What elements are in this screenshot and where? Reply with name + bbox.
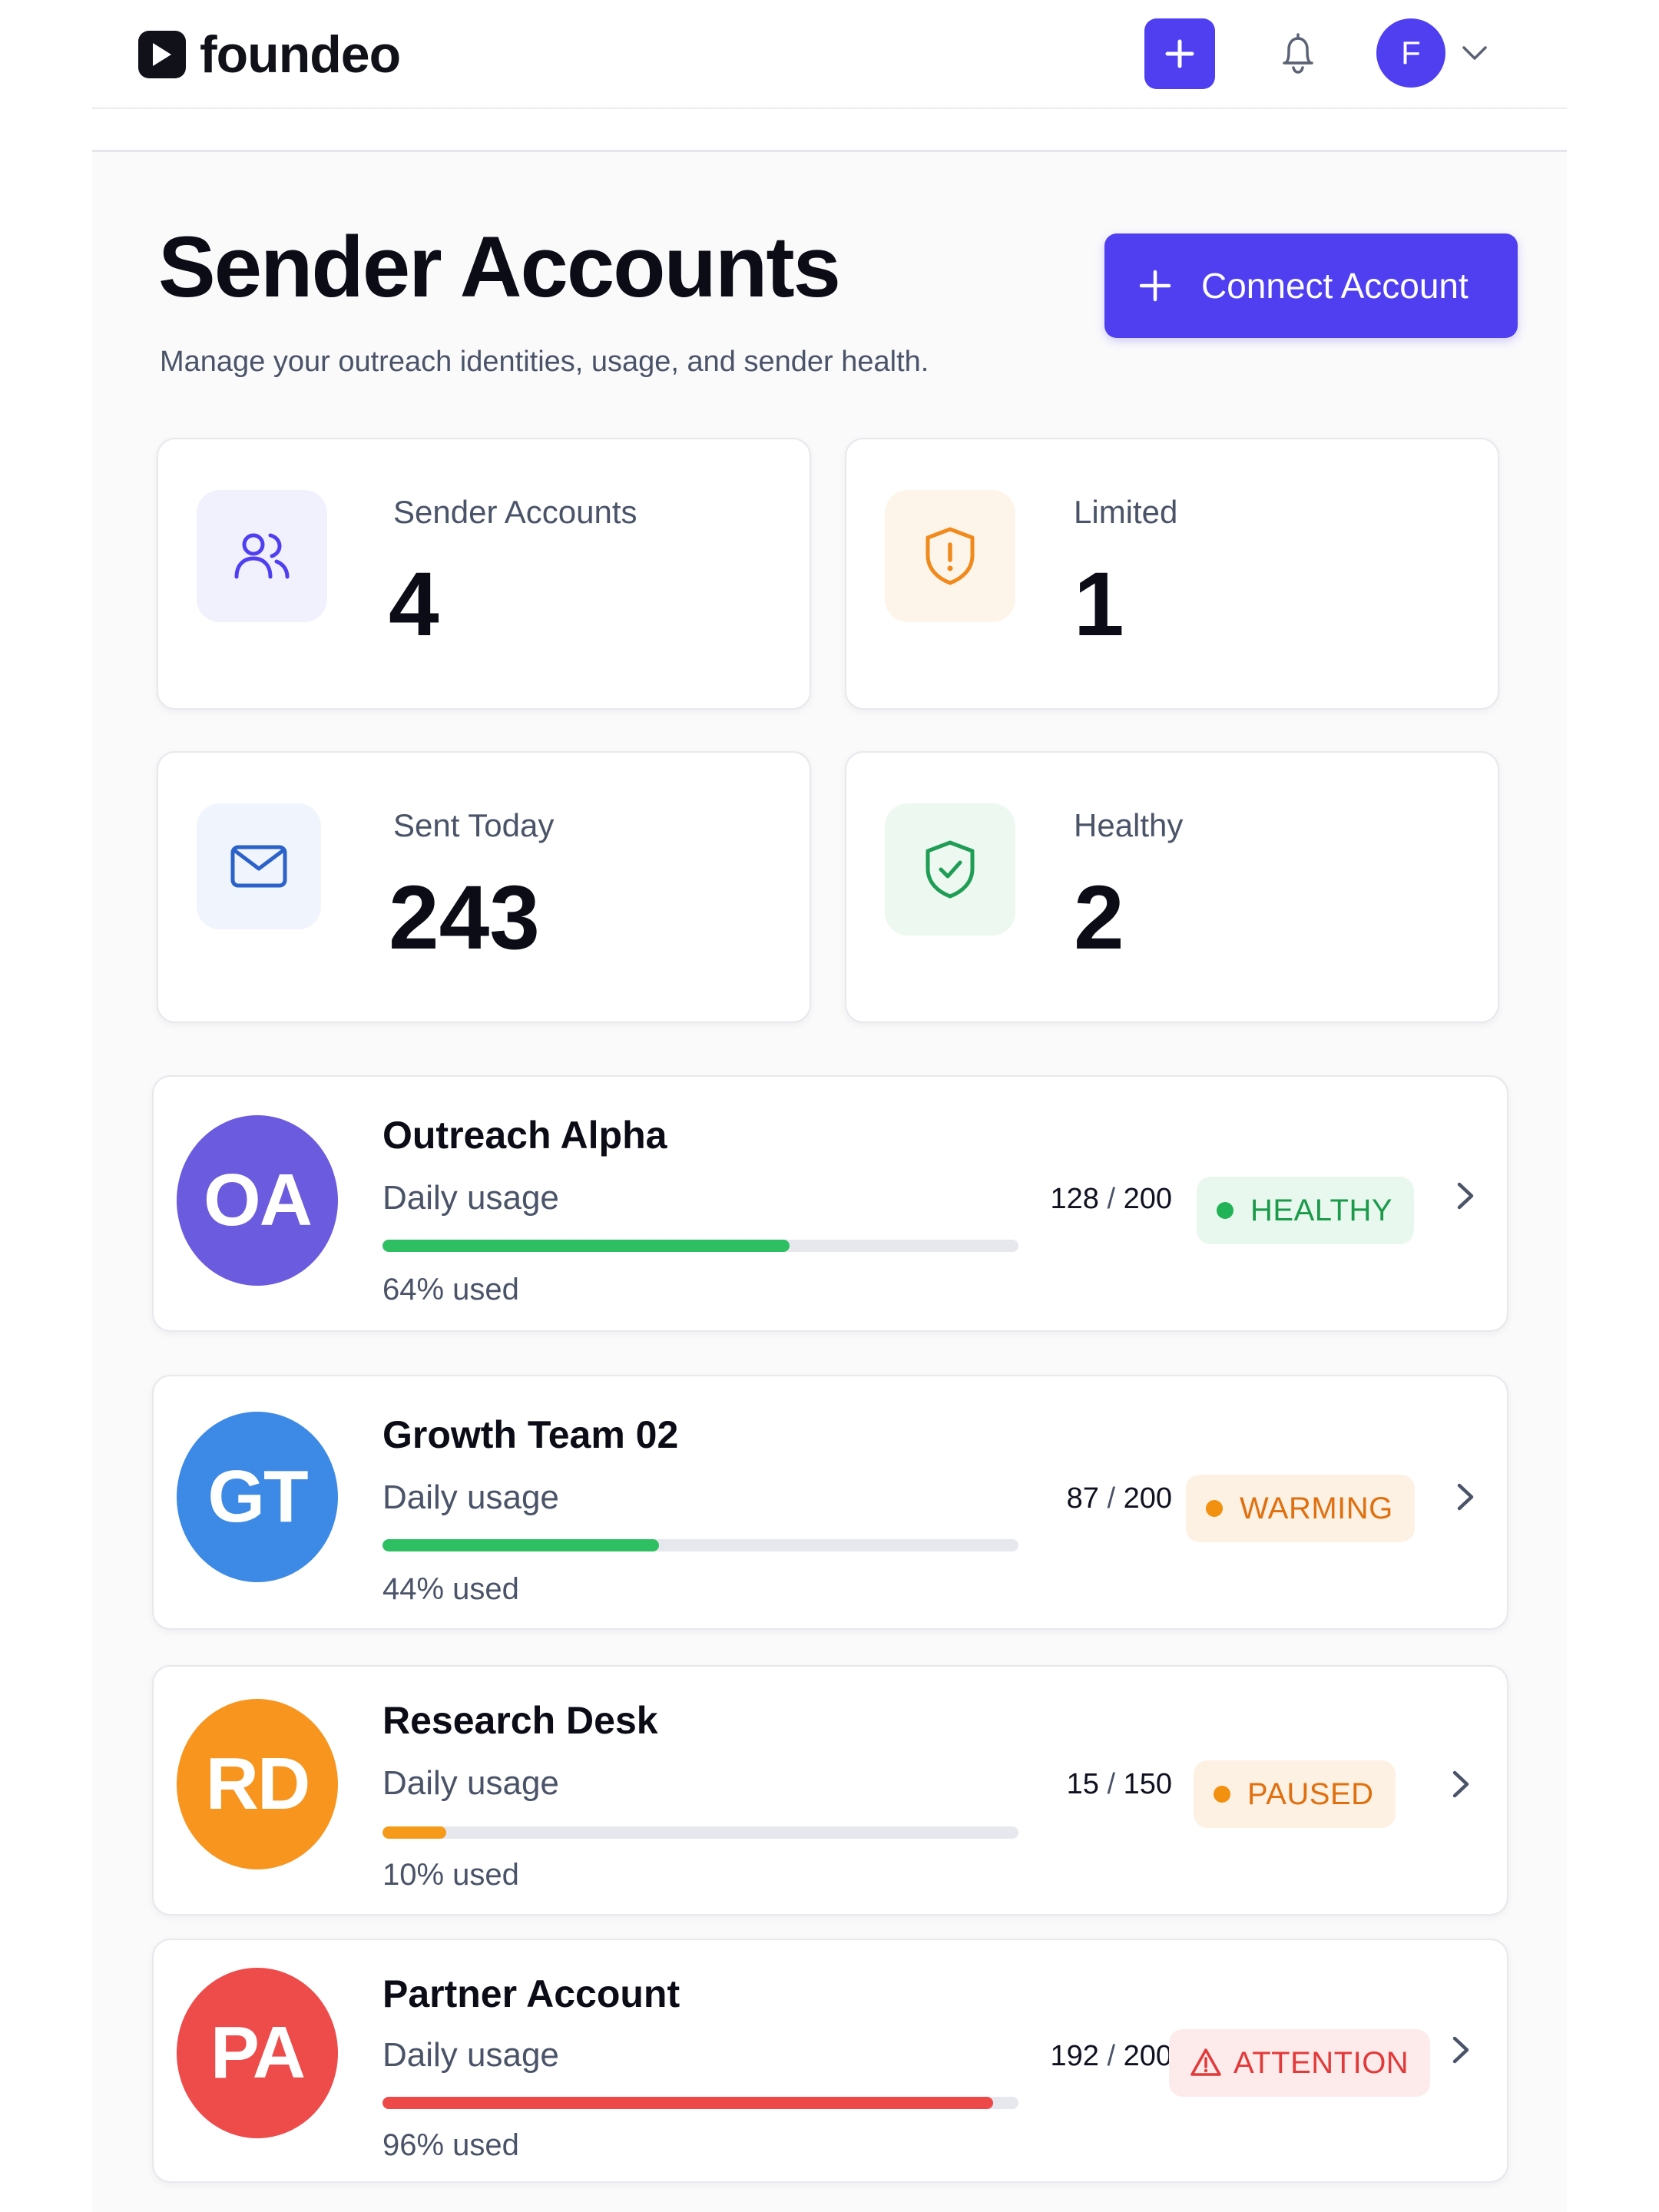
account-avatar: OA [177,1115,338,1286]
daily-usage-label: Daily usage [382,2036,559,2074]
daily-usage-count: 87 / 200 [1066,1482,1172,1515]
daily-usage-label: Daily usage [382,1479,559,1516]
daily-usage-count: 15 / 150 [1066,1768,1172,1800]
brand-logo[interactable]: foundeo [138,25,401,84]
daily-usage-count: 192 / 200 [1050,2040,1173,2072]
account-avatar: GT [177,1412,338,1582]
usage-progress-bar [382,1539,1018,1551]
usage-progress-fill [382,1539,660,1551]
usage-progress-bar [382,1240,1018,1252]
usage-progress-bar [382,1826,1018,1839]
stat-card-sent-today[interactable]: Sent Today 243 [157,751,811,1023]
usage-limit: 150 [1123,1768,1172,1800]
chevron-right-icon[interactable] [1447,2031,1475,2069]
usage-used: 128 [1050,1183,1099,1215]
stat-icon-tile [197,803,321,929]
quick-add-button[interactable] [1144,18,1215,89]
usage-used: 15 [1066,1768,1099,1800]
status-dot [1206,1500,1223,1517]
status-text: WARMING [1240,1491,1393,1525]
status-badge: ATTENTION [1169,2029,1431,2097]
usage-progress-fill [382,1240,790,1252]
usage-progress-bar [382,2097,1018,2109]
users-icon [234,533,290,579]
mail-icon [230,845,287,888]
connect-account-label: Connect Account [1201,266,1469,306]
stat-value: 1 [1074,554,1124,655]
status-text: PAUSED [1247,1777,1374,1811]
usage-progress-fill [382,2097,993,2109]
stat-card-limited[interactable]: Limited 1 [845,438,1499,710]
usage-used: 87 [1066,1482,1099,1515]
stat-label: Healthy [1074,807,1184,843]
usage-progress-fill [382,1826,446,1839]
status-badge: HEALTHY [1197,1177,1415,1244]
stat-value: 243 [389,867,540,969]
connect-account-button[interactable]: Connect Account [1104,233,1518,338]
stat-card-healthy[interactable]: Healthy 2 [845,751,1499,1023]
usage-percent: 44% used [382,1572,519,1606]
usage-limit: 200 [1123,1183,1172,1215]
plus-icon [1139,270,1171,302]
status-badge: WARMING [1186,1475,1415,1542]
status-dot [1214,1786,1230,1803]
usage-used: 192 [1050,2040,1099,2072]
usage-percent: 10% used [382,1858,519,1892]
logo-icon [138,31,186,78]
usage-limit: 200 [1123,1482,1172,1515]
shield-check-icon [926,840,975,899]
warning-icon [1190,2048,1221,2076]
header-shadow-strip [92,109,1567,152]
account-name: Outreach Alpha [382,1114,667,1157]
user-avatar[interactable]: F [1376,18,1445,88]
usage-percent: 96% used [382,2128,519,2162]
bell-icon[interactable] [1272,28,1324,80]
account-avatar: PA [177,1968,338,2138]
status-text: ATTENTION [1233,2045,1409,2080]
chevron-right-icon[interactable] [1447,1765,1475,1803]
stat-icon-tile [885,490,1015,622]
stat-label: Sent Today [393,807,555,843]
stat-label: Limited [1074,494,1178,530]
plus-icon [1165,39,1194,68]
daily-usage-count: 128 / 200 [1050,1183,1173,1215]
chevron-right-icon[interactable] [1452,1478,1479,1516]
status-badge: PAUSED [1194,1760,1396,1828]
chevron-down-icon[interactable] [1459,40,1490,65]
stat-icon-tile [197,490,327,622]
status-text: HEALTHY [1250,1193,1393,1227]
daily-usage-label: Daily usage [382,1764,559,1802]
account-row-research-desk[interactable]: RD Research Desk Daily usage 15 / 150 10… [152,1665,1508,1916]
page-title: Sender Accounts [158,219,841,315]
status-dot [1217,1202,1233,1219]
account-avatar: RD [177,1699,338,1869]
account-row-partner-account[interactable]: PA Partner Account Daily usage 192 / 200… [152,1939,1508,2183]
shield-alert-icon [926,527,975,585]
stat-value: 2 [1074,867,1124,969]
logo-text: foundeo [200,25,401,84]
account-name: Research Desk [382,1699,658,1742]
account-row-growth-team-02[interactable]: GT Growth Team 02 Daily usage 87 / 200 4… [152,1375,1508,1630]
daily-usage-label: Daily usage [382,1179,559,1217]
usage-percent: 64% used [382,1273,519,1306]
chevron-right-icon[interactable] [1452,1177,1479,1215]
usage-limit: 200 [1123,2040,1172,2072]
stat-card-sender-accounts[interactable]: Sender Accounts 4 [157,438,811,710]
stat-icon-tile [885,803,1015,935]
account-name: Partner Account [382,1972,680,2015]
stat-value: 4 [389,554,439,655]
page-subtitle: Manage your outreach identities, usage, … [160,346,929,378]
stat-label: Sender Accounts [393,494,637,530]
account-row-outreach-alpha[interactable]: OA Outreach Alpha Daily usage 128 / 200 … [152,1075,1508,1332]
account-name: Growth Team 02 [382,1413,679,1456]
